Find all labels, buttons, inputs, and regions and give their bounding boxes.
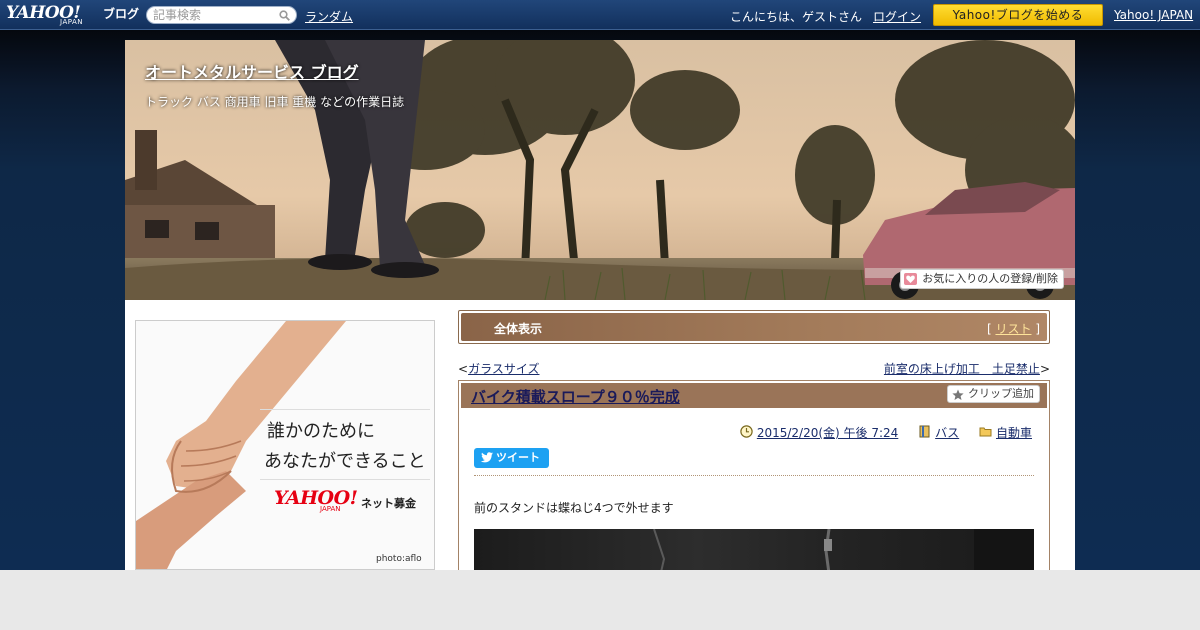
blog-header-banner: オートメタルサービス ブログ トラック バス 商用車 旧車 重機 などの作業日誌… bbox=[125, 40, 1075, 300]
donation-ad-banner[interactable]: 誰かのために あなたができること YAHOO! JAPAN ネット募金 phot… bbox=[135, 320, 435, 570]
clock-icon bbox=[740, 425, 753, 438]
view-filter-bar: 全体表示 [ リスト ] bbox=[458, 310, 1050, 344]
post-header: バイク積載スロープ９０％完成 クリップ追加 bbox=[461, 383, 1047, 408]
next-arrow: > bbox=[1039, 362, 1050, 376]
ad-copy-line1: 誰かのために bbox=[267, 421, 375, 442]
yahoo-blog-logo[interactable]: YAHOO! JAPAN ブログ bbox=[6, 2, 142, 28]
start-blog-button[interactable]: Yahoo!ブログを始める bbox=[933, 4, 1103, 26]
hands-illustration bbox=[136, 321, 434, 569]
ad-yahoo-logo-sub: JAPAN bbox=[320, 505, 341, 513]
logo-service-text: ブログ bbox=[103, 7, 140, 21]
favorite-register-label: お気に入りの人の登録/削除 bbox=[922, 272, 1058, 285]
folder-icon bbox=[979, 427, 992, 437]
search-box bbox=[146, 6, 297, 24]
heart-icon bbox=[904, 273, 918, 285]
next-article-nav: 前室の床上げ加工 土足禁止> bbox=[884, 360, 1050, 377]
tweet-button[interactable]: ツイート bbox=[474, 448, 549, 468]
post-tag: バス bbox=[918, 424, 959, 441]
twitter-bird-icon bbox=[480, 452, 493, 463]
greeting-text: こんにちは、ゲストさん bbox=[730, 10, 863, 24]
view-filter-inner: 全体表示 [ リスト ] bbox=[461, 313, 1047, 341]
book-icon bbox=[919, 425, 930, 438]
star-icon bbox=[952, 389, 964, 400]
prev-arrow: < bbox=[458, 362, 469, 376]
next-article-link[interactable]: 前室の床上げ加工 土足禁止 bbox=[884, 362, 1040, 376]
favorite-register-button[interactable]: お気に入りの人の登録/削除 bbox=[900, 269, 1064, 289]
post-datetime: 2015/2/20(金) 午後 7:24 bbox=[740, 424, 898, 441]
bracket-open: [ bbox=[986, 322, 992, 336]
tweet-label: ツイート bbox=[496, 451, 540, 464]
view-all-label: 全体表示 bbox=[494, 322, 543, 336]
post-title[interactable]: バイク積載スロープ９０％完成 bbox=[471, 386, 680, 407]
post-meta: 2015/2/20(金) 午後 7:24 バス 自動車 bbox=[724, 424, 1032, 441]
clip-add-button[interactable]: クリップ追加 bbox=[947, 385, 1040, 403]
list-view-toggle: [ リスト ] bbox=[987, 320, 1040, 337]
ad-photo-credit: photo:aflo bbox=[376, 554, 422, 564]
yahoo-top-bar: YAHOO! JAPAN ブログ ランダム こんにちは、ゲストさん ログイン Y… bbox=[0, 0, 1200, 30]
post-tag-link[interactable]: バス bbox=[935, 426, 959, 440]
search-input[interactable] bbox=[153, 8, 277, 22]
clip-add-label: クリップ追加 bbox=[968, 387, 1034, 400]
post-datetime-link[interactable]: 2015/2/20(金) 午後 7:24 bbox=[757, 426, 898, 440]
ad-service-label: ネット募金 bbox=[361, 497, 416, 510]
search-icon[interactable] bbox=[279, 10, 290, 21]
post-divider bbox=[474, 475, 1034, 476]
post-category: 自動車 bbox=[979, 424, 1032, 441]
content-area: 誰かのために あなたができること YAHOO! JAPAN ネット募金 phot… bbox=[125, 300, 1075, 582]
post-category-link[interactable]: 自動車 bbox=[996, 426, 1032, 440]
random-link[interactable]: ランダム bbox=[305, 8, 353, 25]
ad-divider bbox=[260, 479, 430, 480]
list-view-link[interactable]: リスト bbox=[995, 322, 1031, 336]
bracket-close: ] bbox=[1035, 322, 1040, 336]
blog-subtitle: トラック バス 商用車 旧車 重機 などの作業日誌 bbox=[145, 95, 405, 109]
login-link[interactable]: ログイン bbox=[873, 8, 921, 25]
yahoo-japan-link[interactable]: Yahoo! JAPAN bbox=[1114, 8, 1193, 22]
post-body-text: 前のスタンドは蝶ねじ4つで外せます bbox=[474, 501, 674, 515]
blog-title[interactable]: オートメタルサービス ブログ bbox=[145, 59, 359, 83]
page-bottom-fill bbox=[0, 570, 1200, 630]
prev-article-nav: <ガラスサイズ bbox=[458, 360, 539, 377]
blog-post: バイク積載スロープ９０％完成 クリップ追加 2015/2/20(金) 午後 7:… bbox=[458, 380, 1050, 582]
logo-japan-text: JAPAN bbox=[60, 18, 84, 26]
ad-divider bbox=[260, 409, 430, 410]
ad-copy-line2: あなたができること bbox=[264, 451, 426, 472]
prev-article-link[interactable]: ガラスサイズ bbox=[468, 362, 539, 376]
ad-yahoo-logo: YAHOO! bbox=[274, 487, 358, 509]
